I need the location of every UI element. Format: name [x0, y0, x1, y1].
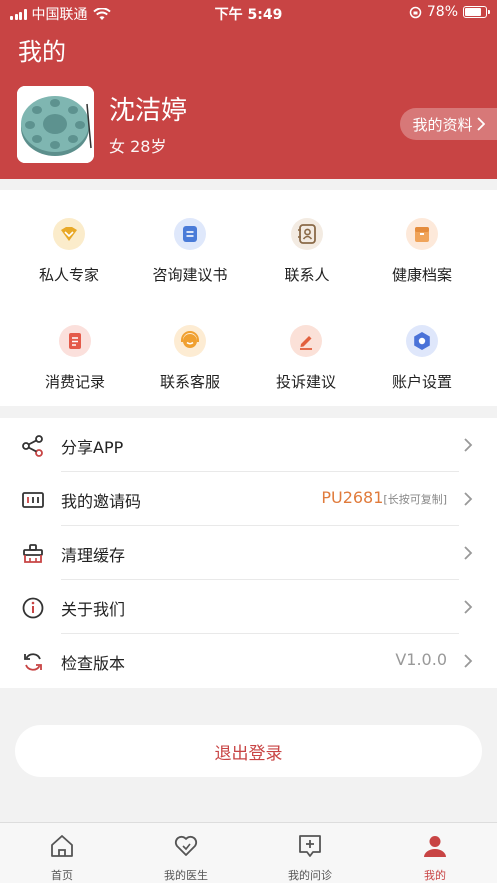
- grid-item-label: 咨询建议书: [152, 266, 228, 284]
- list-item-invite-code[interactable]: 我的邀请码 PU2681[长按可复制]: [0, 472, 497, 526]
- tab-my-consultation[interactable]: 我的问诊: [248, 823, 372, 883]
- chevron-right-icon: [464, 492, 473, 506]
- broom-icon: [20, 541, 46, 567]
- grid-item-label: 联系客服: [159, 373, 220, 391]
- page-title: 我的: [18, 38, 66, 66]
- chevron-right-icon: [476, 117, 485, 131]
- grid-item-label: 消费记录: [44, 373, 105, 391]
- receipt-icon: [59, 325, 91, 357]
- list-item-about-us[interactable]: 关于我们: [0, 580, 497, 634]
- grid-item-account-settings[interactable]: 账户设置: [360, 305, 484, 405]
- my-profile-button[interactable]: 我的资料: [400, 108, 497, 140]
- status-bar: 中国联通 下午 5:49 78%: [0, 0, 497, 26]
- list-item-label: 我的邀请码: [61, 492, 142, 511]
- user-meta: 女 28岁: [109, 137, 167, 156]
- document-icon: [174, 218, 206, 250]
- home-icon: [51, 835, 73, 857]
- copy-hint: [长按可复制]: [383, 493, 447, 506]
- pen-icon: [290, 325, 322, 357]
- version-value: V1.0.0: [395, 650, 447, 669]
- info-icon: [20, 595, 46, 621]
- chevron-right-icon: [464, 438, 473, 452]
- grid-item-purchase-records[interactable]: 消费记录: [13, 305, 137, 405]
- list-item-share-app[interactable]: 分享APP: [0, 418, 497, 472]
- grid-item-label: 投诉建议: [275, 373, 336, 391]
- grid-item-contacts[interactable]: 联系人: [245, 198, 369, 298]
- grid-item-customer-service[interactable]: 联系客服: [128, 305, 252, 405]
- my-profile-label: 我的资料: [412, 115, 473, 134]
- settings-list: 分享APP 我的邀请码 PU2681[长按可复制] 清理缓存 关于我们 检查版本: [0, 418, 497, 688]
- chevron-right-icon: [464, 546, 473, 560]
- chevron-right-icon: [464, 600, 473, 614]
- tab-label: 我的问诊: [288, 869, 332, 882]
- avatar[interactable]: [17, 86, 94, 163]
- heart-icon: [174, 835, 198, 856]
- battery-percent: 78%: [426, 4, 458, 20]
- tab-label: 我的: [424, 869, 446, 882]
- grid-item-health-records[interactable]: 健康档案: [360, 198, 484, 298]
- chevron-right-icon: [464, 654, 473, 668]
- user-name: 沈洁婷: [109, 96, 188, 126]
- contacts-icon: [291, 218, 323, 250]
- tongue-drum-icon: [17, 86, 94, 163]
- settings-icon: [406, 325, 438, 357]
- invite-code: PU2681: [321, 488, 384, 507]
- list-item-clear-cache[interactable]: 清理缓存: [0, 526, 497, 580]
- grid-item-label: 联系人: [284, 266, 330, 284]
- user-icon: [424, 836, 446, 857]
- share-icon: [20, 433, 46, 459]
- grid-item-consult-proposal[interactable]: 咨询建议书: [128, 198, 252, 298]
- grid-item-label: 健康档案: [391, 266, 452, 284]
- battery-icon: [463, 6, 490, 18]
- list-item-label: 检查版本: [61, 654, 126, 673]
- crown-icon: [53, 218, 85, 250]
- folder-icon: [406, 218, 438, 250]
- invite-code-icon: [20, 487, 46, 513]
- tab-home[interactable]: 首页: [0, 823, 124, 883]
- function-grid: 私人专家 咨询建议书 联系人 健康档案 消费记录 联系客服 投诉建议 账户设置: [0, 190, 497, 406]
- tab-bar: 首页 我的医生 我的问诊 我的: [0, 822, 497, 883]
- headset-icon: [174, 325, 206, 357]
- grid-item-label: 私人专家: [38, 266, 99, 284]
- tab-my-doctor[interactable]: 我的医生: [124, 823, 248, 883]
- invite-code-value[interactable]: PU2681[长按可复制]: [321, 488, 447, 507]
- rotation-lock-icon: [409, 6, 422, 18]
- profile-header: 中国联通 下午 5:49 78% 我的 沈洁婷 女 28岁 我的资料: [0, 0, 497, 179]
- tab-mine[interactable]: 我的: [373, 823, 497, 883]
- list-item-check-version[interactable]: 检查版本 V1.0.0: [0, 634, 497, 688]
- grid-item-label: 账户设置: [391, 373, 452, 391]
- list-item-label: 清理缓存: [61, 546, 126, 565]
- list-item-label: 分享APP: [61, 438, 124, 457]
- list-item-label: 关于我们: [61, 600, 126, 619]
- consult-icon: [299, 835, 321, 857]
- grid-item-complaints[interactable]: 投诉建议: [244, 305, 368, 405]
- tab-label: 首页: [51, 869, 73, 882]
- tab-label: 我的医生: [164, 869, 208, 882]
- grid-item-private-expert[interactable]: 私人专家: [7, 198, 131, 298]
- logout-button[interactable]: 退出登录: [15, 725, 482, 777]
- refresh-icon: [20, 649, 46, 675]
